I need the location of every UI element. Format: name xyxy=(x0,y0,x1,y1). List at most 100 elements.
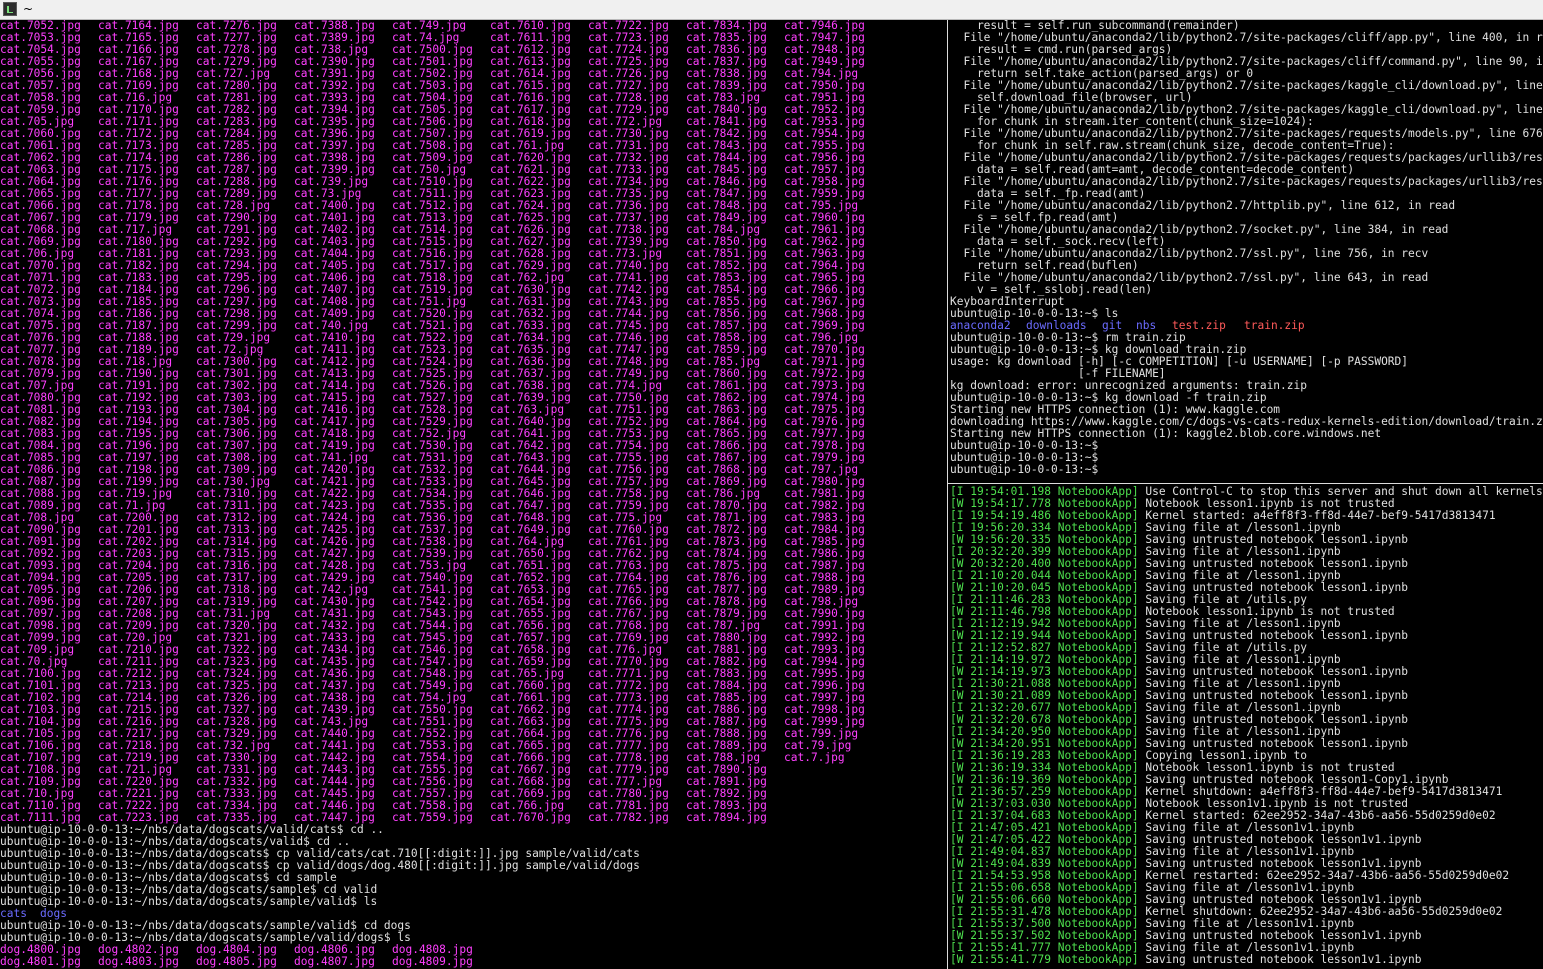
file-name: cat.708.jpg xyxy=(0,512,75,524)
file-name: cat.7742.jpg xyxy=(588,284,669,296)
file-name: cat.7094.jpg xyxy=(0,572,81,584)
log-message: Saving file at /lesson1v1.ipynb xyxy=(1145,822,1355,834)
file-name: cat.7420.jpg xyxy=(294,464,375,476)
file-name: cat.7181.jpg xyxy=(98,248,179,260)
file-name: cat.7975.jpg xyxy=(784,404,865,416)
vertical-pane-divider[interactable] xyxy=(947,20,948,969)
terminal-text: KeyboardInterrupt xyxy=(950,296,1065,308)
file-name: cat.788.jpg xyxy=(686,752,761,764)
file-name: cat.7072.jpg xyxy=(0,284,81,296)
file-name: cat.7552.jpg xyxy=(392,728,473,740)
log-line: [I 21:55:41.777 NotebookApp] Saving file… xyxy=(950,942,1543,954)
file-name: cat.7510.jpg xyxy=(392,176,473,188)
file-name: cat.7732.jpg xyxy=(588,152,669,164)
file-name: cat.7884.jpg xyxy=(686,680,767,692)
file-name: cat.7299.jpg xyxy=(196,320,277,332)
file-name: cat.7418.jpg xyxy=(294,428,375,440)
file-name: cat.7993.jpg xyxy=(784,644,865,656)
terminal-text: File "/home/ubuntu/anaconda2/lib/python2… xyxy=(950,200,1456,212)
file-name: cat.7404.jpg xyxy=(294,248,375,260)
file-name: cat.7194.jpg xyxy=(98,416,179,428)
file-name: cat.7428.jpg xyxy=(294,560,375,572)
file-name: cat.7318.jpg xyxy=(196,584,277,596)
file-name: cat.7310.jpg xyxy=(196,488,277,500)
log-line: [I 21:34:20.950 NotebookApp] Saving file… xyxy=(950,726,1543,738)
file-name: cat.7191.jpg xyxy=(98,380,179,392)
terminal-line: KeyboardInterrupt xyxy=(950,296,1543,308)
file-name: cat.7512.jpg xyxy=(392,200,473,212)
file-name: cat.7846.jpg xyxy=(686,176,767,188)
log-message: Saving untrusted notebook lesson1-Copy1.… xyxy=(1145,774,1449,786)
log-line: [I 21:54:53.958 NotebookApp] Kernel rest… xyxy=(950,870,1543,882)
ls-output-row: cat.7101.jpg cat.7213.jpg cat.7325.jpg cat.… xyxy=(0,680,946,692)
file-name: cat.7878.jpg xyxy=(686,596,767,608)
file-name: cat.7429.jpg xyxy=(294,572,375,584)
ls-output-row: cat.7096.jpg cat.7207.jpg cat.7319.jpg cat.… xyxy=(0,596,946,608)
file-name: cat.7436.jpg xyxy=(294,668,375,680)
ls-output-row: cat.7057.jpg cat.7169.jpg cat.7280.jpg cat.… xyxy=(0,80,946,92)
log-line: [I 21:30:21.088 NotebookApp] Saving file… xyxy=(950,678,1543,690)
file-name: cat.7836.jpg xyxy=(686,44,767,56)
file-name: cat.7855.jpg xyxy=(686,296,767,308)
file-name: cat.7666.jpg xyxy=(490,752,571,764)
file-name: cat.7397.jpg xyxy=(294,140,375,152)
file-name: cat.7434.jpg xyxy=(294,644,375,656)
log-prefix: [W 21:36:19.334 NotebookApp] xyxy=(950,762,1139,774)
file-name: cat.7547.jpg xyxy=(392,656,473,668)
log-message: Saving untrusted notebook lesson1.ipynb xyxy=(1145,714,1409,726)
file-name: cat.7526.jpg xyxy=(392,380,473,392)
file-name: cat.7438.jpg xyxy=(294,692,375,704)
file-name: cat.7334.jpg xyxy=(196,800,277,812)
terminal-line: ubuntu@ip-10-0-0-13:~$ rm train.zip xyxy=(950,332,1543,344)
notebook-log-pane[interactable]: [I 19:54:01.198 NotebookApp] Use Control… xyxy=(950,486,1543,969)
file-name: cat.7507.jpg xyxy=(392,128,473,140)
file-name: cat.7765.jpg xyxy=(588,584,669,596)
file-name: cat.7440.jpg xyxy=(294,728,375,740)
file-name: cat.7329.jpg xyxy=(196,728,277,740)
horizontal-pane-divider[interactable] xyxy=(948,483,1543,484)
left-terminal-pane[interactable]: cat.7052.jpg cat.7164.jpg cat.7276.jpg cat.… xyxy=(0,20,946,969)
file-name: cat.7857.jpg xyxy=(686,320,767,332)
file-name: cat.7723.jpg xyxy=(588,32,669,44)
file-name: cat.7996.jpg xyxy=(784,680,865,692)
ls-output-row: cat.7063.jpg cat.7175.jpg cat.7287.jpg cat.… xyxy=(0,164,946,176)
log-message: Saving file at /lesson1v1.ipynb xyxy=(1145,942,1355,954)
file-name: cat.7772.jpg xyxy=(588,680,669,692)
file-name: cat.750.jpg xyxy=(392,164,467,176)
file-name: cat.7540.jpg xyxy=(392,572,473,584)
ls-output-row: cat.7055.jpg cat.7167.jpg cat.7279.jpg cat.… xyxy=(0,56,946,68)
file-name: cat.7988.jpg xyxy=(784,572,865,584)
terminal-line: ubuntu@ip-10-0-0-13:~$ kg download train… xyxy=(950,344,1543,356)
file-name: cat.7168.jpg xyxy=(98,68,179,80)
file-name: cat.7663.jpg xyxy=(490,716,571,728)
file-name: cat.7396.jpg xyxy=(294,128,375,140)
log-prefix: [W 21:55:37.502 NotebookApp] xyxy=(950,930,1139,942)
file-name: cat.7080.jpg xyxy=(0,392,81,404)
file-name: cat.7164.jpg xyxy=(98,20,179,32)
file-name: cat.7848.jpg xyxy=(686,200,767,212)
file-name: cat.7645.jpg xyxy=(490,476,571,488)
directory-name: git xyxy=(1102,320,1123,332)
file-name: cat.7300.jpg xyxy=(196,356,277,368)
file-name: cat.7974.jpg xyxy=(784,392,865,404)
ls-output-row: cat.7100.jpg cat.7212.jpg cat.7324.jpg cat.… xyxy=(0,668,946,680)
file-name: cat.7610.jpg xyxy=(490,20,571,32)
file-name: cat.763.jpg xyxy=(490,404,565,416)
file-name: cat.7532.jpg xyxy=(392,464,473,476)
log-line: [W 21:36:19.334 NotebookApp] Notebook le… xyxy=(950,762,1543,774)
log-prefix: [I 21:55:37.500 NotebookApp] xyxy=(950,918,1139,930)
file-name: cat.7764.jpg xyxy=(588,572,669,584)
ls-output-row: cat.709.jpg cat.7210.jpg cat.7322.jpg cat.7… xyxy=(0,644,946,656)
file-name: cat.7054.jpg xyxy=(0,44,81,56)
file-name: cat.786.jpg xyxy=(686,488,761,500)
ls-output-row: cat.7099.jpg cat.720.jpg cat.7321.jpg cat.7… xyxy=(0,632,946,644)
file-name: cat.7958.jpg xyxy=(784,176,865,188)
file-name: cat.7293.jpg xyxy=(196,248,277,260)
ls-output-row: cat.7102.jpg cat.7214.jpg cat.7326.jpg cat.… xyxy=(0,692,946,704)
file-name: cat.7890.jpg xyxy=(686,764,767,776)
right-top-terminal-pane[interactable]: result = self.run_subcommand(remainder) … xyxy=(950,20,1543,482)
file-name: cat.7209.jpg xyxy=(98,620,179,632)
terminal-line: kg download: error: unrecognized argumen… xyxy=(950,380,1543,392)
file-name: cat.7090.jpg xyxy=(0,524,81,536)
file-name: cat.7886.jpg xyxy=(686,704,767,716)
